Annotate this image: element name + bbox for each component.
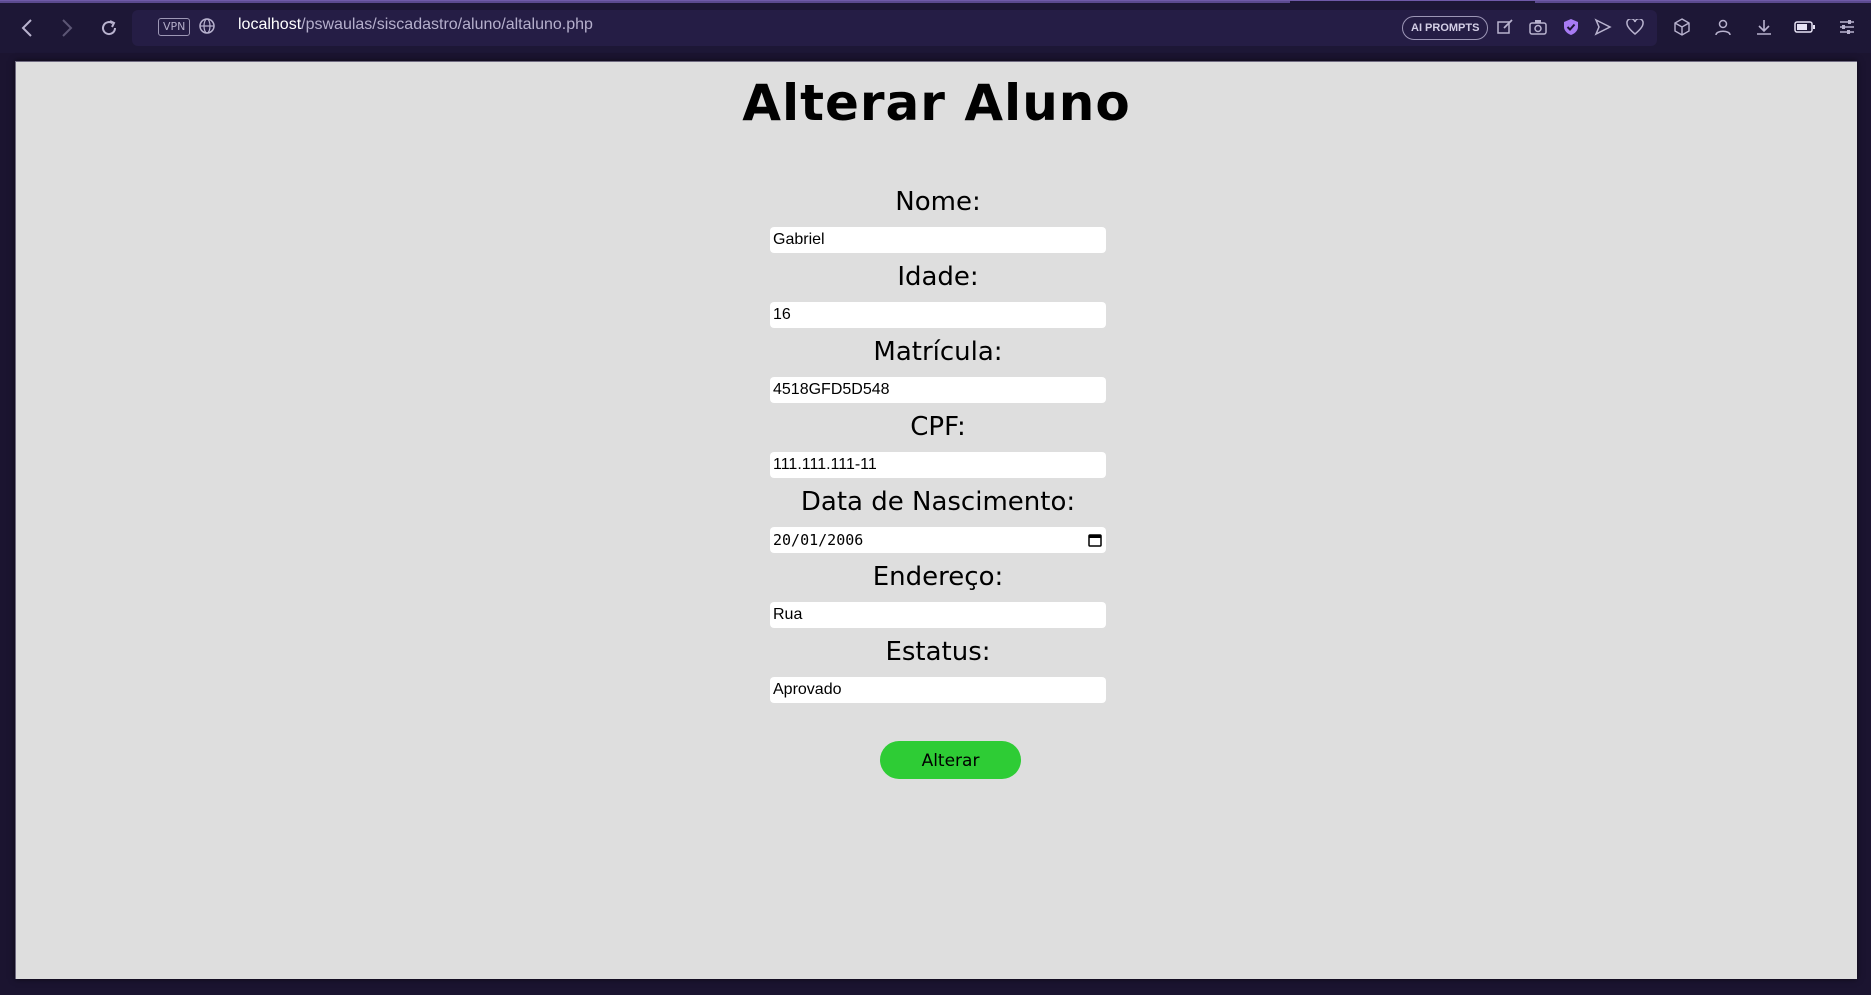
cpf-input[interactable]: 111.111.111-11 <box>770 452 1106 478</box>
browser-toolbar: VPN localhost/pswaulas/siscadastro/aluno… <box>0 0 1871 53</box>
field-matricula: Matrícula: 4518GFD5D548 <box>770 332 1106 407</box>
field-data-nascimento: Data de Nascimento: 20/01/2006 <box>770 482 1106 557</box>
tab-strip-right <box>1535 1 1871 3</box>
field-idade: Idade: 16 <box>770 257 1106 332</box>
settings-icon[interactable] <box>1835 15 1859 39</box>
field-endereco: Endereço: Rua <box>770 557 1106 632</box>
field-cpf: CPF: 111.111.111-11 <box>770 407 1106 482</box>
download-icon[interactable] <box>1752 15 1776 39</box>
data-nascimento-value: 20/01/2006 <box>773 531 864 549</box>
reload-icon[interactable] <box>94 13 124 43</box>
ai-prompts-button[interactable]: AI PROMPTS <box>1402 16 1489 40</box>
matricula-label: Matrícula: <box>873 337 1003 367</box>
idade-label: Idade: <box>897 262 979 292</box>
data-nascimento-input[interactable]: 20/01/2006 <box>770 527 1106 553</box>
endereco-input[interactable]: Rua <box>770 602 1106 628</box>
cpf-label: CPF: <box>910 412 966 442</box>
calendar-icon[interactable] <box>1088 533 1102 547</box>
url-path: /pswaulas/siscadastro/aluno/altaluno.php <box>301 16 593 33</box>
edit-icon[interactable] <box>1493 15 1517 39</box>
url-host: localhost <box>238 16 302 33</box>
vpn-badge[interactable]: VPN <box>158 18 191 36</box>
page-title: Alterar Aluno <box>742 74 1131 132</box>
heart-icon[interactable] <box>1623 15 1647 39</box>
field-nome: Nome: Gabriel <box>770 182 1106 257</box>
shield-icon[interactable] <box>1559 15 1583 39</box>
estatus-label: Estatus: <box>885 637 991 667</box>
send-icon[interactable] <box>1591 15 1615 39</box>
matricula-input[interactable]: 4518GFD5D548 <box>770 377 1106 403</box>
alterar-button[interactable]: Alterar <box>880 741 1021 779</box>
back-icon[interactable] <box>12 13 42 43</box>
globe-icon[interactable] <box>198 17 216 35</box>
tab-strip <box>0 1 1290 3</box>
field-estatus: Estatus: Aprovado <box>770 632 1106 707</box>
page-viewport: Alterar Aluno Nome: Gabriel Idade: 16 Ma… <box>15 61 1857 979</box>
estatus-input[interactable]: Aprovado <box>770 677 1106 703</box>
data-nascimento-label: Data de Nascimento: <box>800 487 1076 517</box>
battery-icon[interactable] <box>1793 15 1817 39</box>
nome-input[interactable]: Gabriel <box>770 227 1106 253</box>
camera-icon[interactable] <box>1526 15 1550 39</box>
idade-input[interactable]: 16 <box>770 302 1106 328</box>
cube-icon[interactable] <box>1670 15 1694 39</box>
endereco-label: Endereço: <box>872 562 1004 592</box>
profile-icon[interactable] <box>1711 15 1735 39</box>
forward-icon[interactable] <box>52 13 82 43</box>
student-edit-form: Nome: Gabriel Idade: 16 Matrícula: 4518G… <box>770 182 1106 707</box>
nome-label: Nome: <box>895 187 981 217</box>
url-text[interactable]: localhost/pswaulas/siscadastro/aluno/alt… <box>238 16 593 34</box>
